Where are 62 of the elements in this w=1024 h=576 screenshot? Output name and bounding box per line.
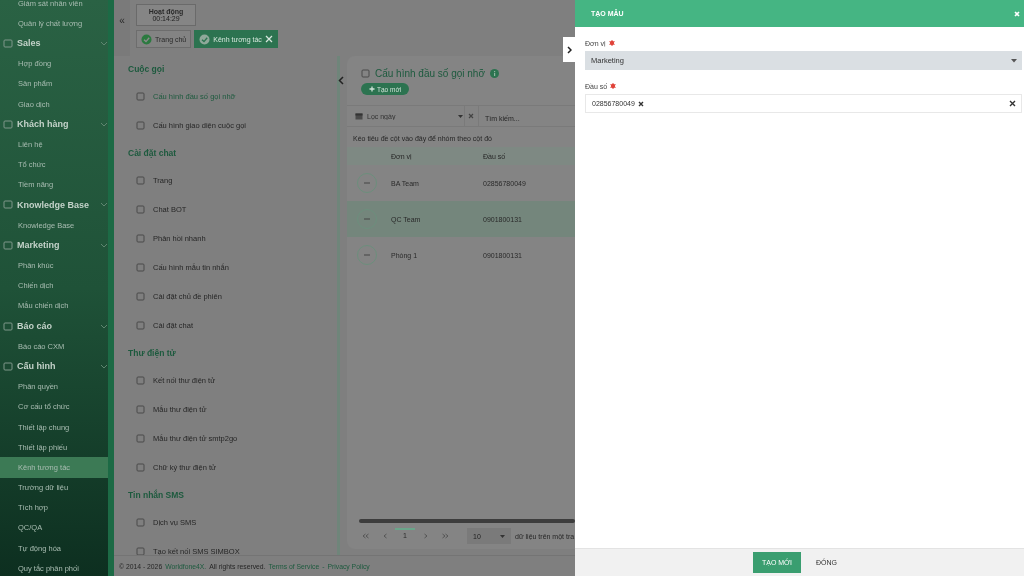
page-icon (136, 292, 145, 301)
first-page-icon (361, 533, 369, 539)
page-icon (136, 263, 145, 272)
section-icon (3, 119, 13, 129)
section-title: Thư điện tử (127, 347, 176, 360)
next-page-icon (421, 533, 429, 539)
sidebar-group[interactable]: Khách hàng (0, 114, 108, 135)
minus-icon (364, 254, 370, 256)
chevron-left-icon (338, 76, 344, 85)
minus-icon (364, 182, 370, 184)
scrollbar[interactable] (359, 519, 575, 523)
section-icon (3, 200, 13, 210)
section-title: Cuộc gọi (127, 63, 165, 76)
section-title: Tin nhắn SMS (127, 488, 185, 502)
sidebar-group[interactable]: Knowledge Base (0, 194, 108, 216)
chevron-icon (100, 363, 108, 369)
section-icon (3, 240, 13, 250)
section-icon (3, 361, 13, 371)
expand-button[interactable] (563, 37, 575, 62)
page-icon (136, 518, 145, 527)
collapse-button[interactable]: « (119, 14, 125, 26)
chevron-icon (100, 242, 108, 248)
section-icon (3, 321, 13, 331)
calendar-icon (355, 112, 363, 120)
chevron-icon (100, 121, 108, 127)
page-icon (136, 321, 145, 330)
dropdown-icon (500, 534, 505, 538)
page-icon (136, 176, 145, 185)
collapse-button[interactable] (338, 76, 344, 85)
page-icon (136, 205, 145, 214)
close-icon[interactable] (264, 35, 273, 43)
section-title: Cài đặt chat (127, 147, 177, 160)
plus-icon (369, 86, 375, 92)
check-icon (141, 33, 152, 45)
chevron-icon (100, 40, 108, 46)
page-icon (136, 121, 145, 130)
check-icon (199, 33, 211, 45)
page-icon (136, 405, 145, 414)
panel-title: Cấu hình đầu số gọi nhỡ (375, 68, 485, 79)
dropdown-icon (1011, 58, 1017, 63)
help-icon (490, 69, 499, 78)
page-icon (136, 92, 145, 101)
page-icon (136, 434, 145, 443)
page-icon (136, 547, 145, 555)
sidebar-group[interactable]: Cấu hình (0, 356, 108, 377)
chevron-icon (100, 202, 108, 208)
page-icon (136, 234, 145, 243)
page-icon (136, 376, 145, 385)
dropdown-icon[interactable] (457, 114, 463, 118)
sidebar-group[interactable]: Sales (0, 33, 108, 54)
minus-icon (364, 218, 370, 220)
chevron-right-icon (566, 45, 572, 54)
page-icon (136, 463, 145, 472)
last-page-icon (441, 533, 449, 539)
remove-icon[interactable] (637, 100, 644, 107)
section-icon (3, 38, 13, 48)
clear-icon[interactable] (1009, 100, 1016, 107)
chevron-icon (100, 323, 108, 329)
page-icon (361, 69, 370, 78)
sidebar-group[interactable]: Marketing (0, 235, 108, 256)
sidebar-group[interactable]: Báo cáo (0, 316, 108, 337)
previous-page-icon (381, 533, 389, 539)
